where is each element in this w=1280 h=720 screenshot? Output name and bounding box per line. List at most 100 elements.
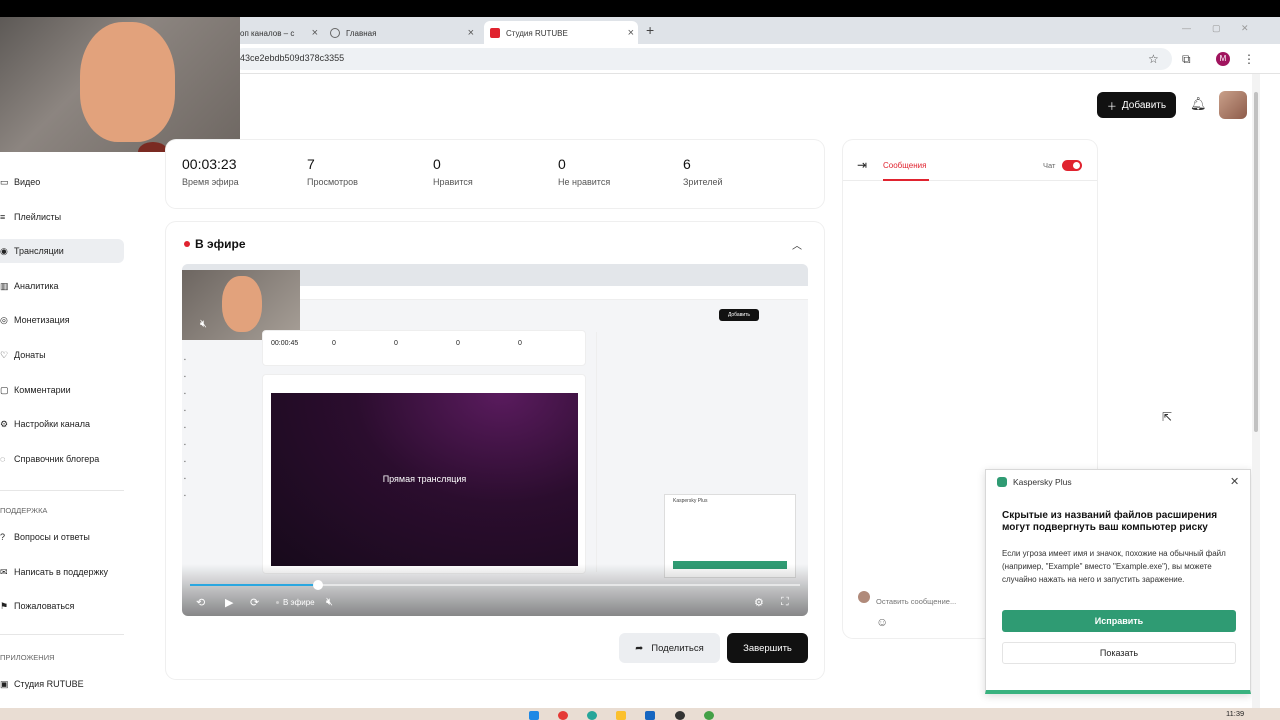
folder-icon[interactable] xyxy=(616,711,626,720)
show-button[interactable]: Показать xyxy=(1002,642,1236,664)
sidebar-item-contact-support[interactable]: ✉ Написать в поддержку xyxy=(0,560,124,584)
player-live-indicator: В эфире xyxy=(276,598,315,607)
analytics-icon: ▥ xyxy=(0,280,9,291)
live-dot-icon xyxy=(184,241,190,247)
settings-icon[interactable]: ⚙ xyxy=(754,596,764,609)
close-tab-icon[interactable]: × xyxy=(468,27,474,39)
live-section-title: В эфире xyxy=(184,237,246,251)
fullscreen-icon[interactable]: ⛶ xyxy=(781,596,789,609)
mini-stat: 0 xyxy=(394,340,398,347)
comment-icon: ▢ xyxy=(0,384,9,395)
close-window-icon[interactable]: ✕ xyxy=(1241,23,1249,34)
sidebar-item-rutube-studio-app[interactable]: ▣ Студия RUTUBE xyxy=(0,672,124,696)
emoji-icon[interactable]: ☺ xyxy=(876,615,888,629)
kaspersky-tray-icon[interactable] xyxy=(704,711,714,720)
browser-tab[interactable]: Главная × xyxy=(330,21,478,45)
mail-icon: ✉ xyxy=(0,566,8,577)
sidebar-item-monetization[interactable]: ◎ Монетизация xyxy=(0,308,124,332)
chat-toggle[interactable] xyxy=(1062,160,1082,171)
store-icon[interactable] xyxy=(645,711,655,720)
bookmark-star-icon[interactable]: ☆ xyxy=(1148,52,1159,66)
url-field[interactable]: 43ce2ebdb509d378c3355 xyxy=(232,48,1172,70)
mute-icon: 🔇︎ xyxy=(200,318,207,330)
sidebar-item-video[interactable]: ▭ Видео xyxy=(0,170,124,194)
add-button[interactable]: ＋ Добавить xyxy=(1097,92,1176,118)
new-tab-icon[interactable]: + xyxy=(646,22,654,38)
stat-value: 0 xyxy=(433,156,441,172)
stat-airtime: 00:03:23 Время эфира xyxy=(182,156,239,187)
menu-dots-icon[interactable]: ⋮ xyxy=(1243,52,1255,66)
apps-section-title: ПРИЛОЖЕНИЯ xyxy=(0,653,55,662)
edge-icon[interactable] xyxy=(587,711,597,720)
progress-fill xyxy=(190,584,319,586)
browser-tab-active[interactable]: Студия RUTUBE × xyxy=(484,21,638,45)
stream-player[interactable]: 🔇︎ Добавить 00:00:45 0 0 0 0 ▪ ▪ ▪ ▪ ▪ ▪ ▪ ▪ ▪ П… xyxy=(182,264,808,616)
close-tab-icon[interactable]: × xyxy=(312,27,318,39)
rewind-icon[interactable]: ⟲ xyxy=(196,596,205,609)
forward-icon[interactable]: ⟳ xyxy=(250,596,259,609)
tab-messages[interactable]: Сообщения xyxy=(883,161,926,170)
tab-title: оп каналов – с xyxy=(240,28,295,38)
share-button[interactable]: ➦ Поделиться xyxy=(619,633,720,663)
kaspersky-header: Kaspersky Plus xyxy=(997,477,1072,487)
sidebar-item-donations[interactable]: ♡ Донаты xyxy=(0,343,124,367)
stat-value: 0 xyxy=(558,156,566,172)
sidebar-item-playlists[interactable]: ≡ Плейлисты xyxy=(0,205,124,229)
stat-label: Зрителей xyxy=(683,177,723,187)
money-icon: ◎ xyxy=(0,314,8,325)
sidebar-item-broadcasts[interactable]: ◉ Трансляции xyxy=(0,239,124,263)
mouse-cursor-icon: ⇱ xyxy=(1162,410,1173,424)
sidebar-item-analytics[interactable]: ▥ Аналитика xyxy=(0,274,124,298)
broadcast-icon: ◉ xyxy=(0,245,8,256)
mini-stat: 0 xyxy=(518,340,522,347)
mini-stat: 0 xyxy=(456,340,460,347)
sidebar-item-blogger-guide[interactable]: ◌ Справочник блогера xyxy=(0,447,124,471)
browser-tab[interactable]: оп каналов – с × xyxy=(240,21,322,45)
kaspersky-notification: Kaspersky Plus ✕ Скрытые из названий фай… xyxy=(985,469,1251,694)
play-icon[interactable]: ▶ xyxy=(225,596,233,609)
extensions-icon[interactable]: ⧉ xyxy=(1182,52,1191,67)
mute-icon[interactable]: 🔇︎ xyxy=(326,596,333,609)
share-icon: ➦ xyxy=(635,642,644,654)
globe-icon xyxy=(330,28,340,38)
taskbar-clock: 11:39 xyxy=(1226,709,1245,718)
collapse-panel-icon[interactable]: ⇥ xyxy=(857,158,867,172)
close-icon[interactable]: ✕ xyxy=(1230,475,1239,488)
sidebar-divider xyxy=(0,634,124,635)
video-icon: ▭ xyxy=(0,176,9,187)
sidebar-item-report[interactable]: ⚑ Пожаловаться xyxy=(0,594,124,618)
browser-profile-avatar[interactable]: M xyxy=(1216,52,1230,66)
minimize-icon[interactable]: — xyxy=(1182,23,1191,33)
sidebar-item-faq[interactable]: ? Вопросы и ответы xyxy=(0,525,124,549)
scrollbar-thumb[interactable] xyxy=(1254,92,1258,432)
question-icon: ? xyxy=(0,532,6,542)
notification-bell-icon[interactable]: 🔔︎ xyxy=(1190,96,1207,112)
mini-stat: 0 xyxy=(332,340,336,347)
start-icon[interactable] xyxy=(529,711,539,720)
sidebar-divider xyxy=(0,490,124,491)
app-icon: ▣ xyxy=(0,678,9,689)
rutube-icon xyxy=(490,28,500,38)
stat-viewers: 6 Зрителей xyxy=(683,156,722,187)
close-tab-icon[interactable]: × xyxy=(628,27,634,39)
player-progress-bar[interactable] xyxy=(190,580,800,590)
gear-icon: ⚙ xyxy=(0,418,9,429)
app-icon[interactable] xyxy=(675,711,685,720)
sidebar-item-comments[interactable]: ▢ Комментарии xyxy=(0,378,124,402)
chat-user-avatar xyxy=(858,591,870,603)
windows-taskbar xyxy=(0,708,1280,720)
chat-message-input[interactable] xyxy=(876,592,986,608)
mini-add-button: Добавить xyxy=(719,309,759,321)
sidebar-item-channel-settings[interactable]: ⚙ Настройки канала xyxy=(0,412,124,436)
profile-avatar[interactable] xyxy=(1219,91,1247,119)
stat-value: 7 xyxy=(307,156,315,172)
tab-title: Студия RUTUBE xyxy=(506,28,568,38)
chevron-up-icon[interactable]: ︿ xyxy=(792,237,802,252)
chrome-icon[interactable] xyxy=(558,711,568,720)
end-stream-button[interactable]: Завершить xyxy=(727,633,808,663)
help-icon: ◌ xyxy=(0,454,6,464)
stat-likes: 0 Нравится xyxy=(433,156,473,187)
maximize-icon[interactable]: ▢ xyxy=(1212,23,1221,34)
fix-button[interactable]: Исправить xyxy=(1002,610,1236,632)
stat-value: 6 xyxy=(683,156,691,172)
